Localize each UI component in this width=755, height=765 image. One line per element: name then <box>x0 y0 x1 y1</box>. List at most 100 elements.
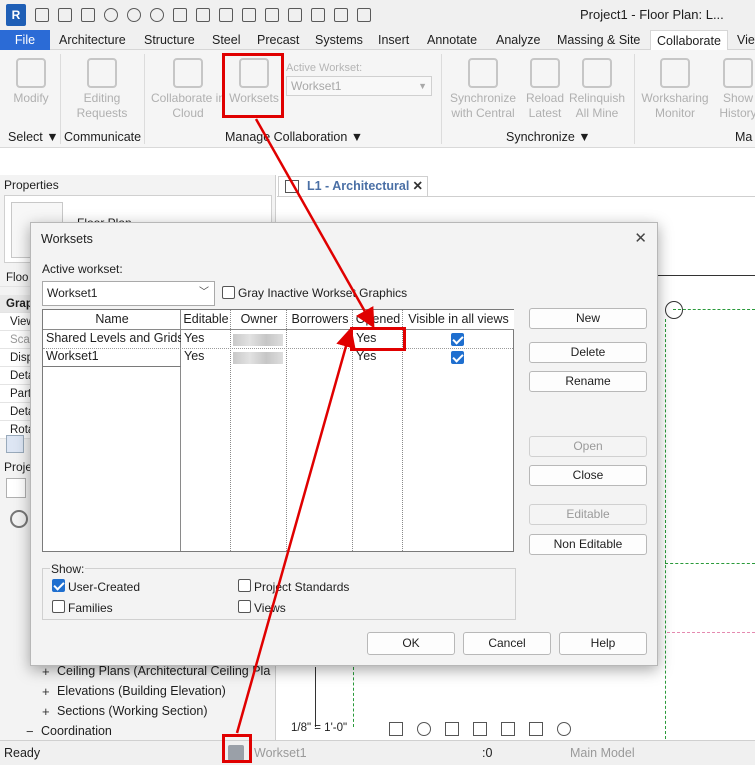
tab-annotate[interactable]: Annotate <box>427 30 477 50</box>
undo-icon[interactable] <box>127 8 141 22</box>
collapse-icon[interactable]: − <box>26 724 34 739</box>
cell-editable[interactable]: Yes <box>181 330 231 348</box>
open-button[interactable]: Open <box>529 436 647 457</box>
close-views-icon[interactable] <box>334 8 348 22</box>
text-icon[interactable] <box>265 8 279 22</box>
tab-architecture[interactable]: Architecture <box>59 30 126 50</box>
floor-plan-icon <box>285 180 299 193</box>
active-workset-select[interactable]: Workset1 ﹀ <box>42 281 215 306</box>
editable-button[interactable]: Editable <box>529 504 647 525</box>
expand-icon[interactable]: + <box>42 704 50 719</box>
expand-icon[interactable]: + <box>42 684 50 699</box>
reveal-hidden-icon[interactable] <box>557 722 571 736</box>
close-icon[interactable]: ✕ <box>634 229 647 247</box>
tab-analyze[interactable]: Analyze <box>496 30 540 50</box>
tab-file[interactable]: File <box>0 30 50 50</box>
switch-windows-icon[interactable] <box>357 8 371 22</box>
properties-filter[interactable]: Floo <box>0 269 30 287</box>
show-history-button[interactable]: Show History <box>716 58 755 121</box>
print-icon[interactable] <box>173 8 187 22</box>
property-row: Disp <box>0 349 33 367</box>
cancel-button[interactable]: Cancel <box>463 632 551 655</box>
home-icon[interactable] <box>6 478 26 498</box>
help-button[interactable]: Help <box>559 632 647 655</box>
gray-inactive-checkbox[interactable] <box>222 286 235 299</box>
search-icon[interactable] <box>10 510 28 528</box>
panel-synchronize[interactable]: Synchronize ▼ <box>506 130 591 144</box>
dialog-title: Worksets <box>41 232 93 246</box>
open-icon[interactable] <box>58 8 72 22</box>
rename-button[interactable]: Rename <box>529 371 647 392</box>
close-button[interactable]: Close <box>529 465 647 486</box>
tab-steel[interactable]: Steel <box>212 30 241 50</box>
gray-inactive-label: Gray Inactive Workset Graphics <box>238 286 408 300</box>
worksharing-monitor-button[interactable]: Worksharing Monitor <box>638 58 712 121</box>
status-workset[interactable]: Workset1 <box>254 746 307 760</box>
tab-collaborate[interactable]: Collaborate <box>650 30 728 50</box>
visible-checkbox[interactable] <box>451 351 464 364</box>
edit-type-icon[interactable] <box>6 435 24 453</box>
panel-manage-collaboration[interactable]: Manage Collaboration ▼ <box>225 130 363 144</box>
visible-checkbox[interactable] <box>451 333 464 346</box>
delete-button[interactable]: Delete <box>529 342 647 363</box>
modify-button[interactable]: Modify <box>8 58 54 106</box>
new-button[interactable]: New <box>529 308 647 329</box>
3d-view-icon[interactable] <box>288 8 302 22</box>
cell-name[interactable]: Workset1 <box>43 348 181 366</box>
expand-icon[interactable]: + <box>42 664 50 679</box>
sync-icon[interactable] <box>104 8 118 22</box>
worksets-highlight <box>222 53 284 118</box>
reload-latest-button[interactable]: Reload Latest <box>522 58 568 121</box>
user-created-checkbox[interactable] <box>52 579 65 592</box>
synchronize-icon <box>468 58 498 88</box>
tab-massing-site[interactable]: Massing & Site <box>557 30 640 50</box>
views-checkbox[interactable] <box>238 600 251 613</box>
tab-precast[interactable]: Precast <box>257 30 299 50</box>
dimension-icon[interactable] <box>219 8 233 22</box>
section-icon[interactable] <box>311 8 325 22</box>
synchronize-with-central-button[interactable]: Synchronize with Central <box>446 58 520 121</box>
non-editable-button[interactable]: Non Editable <box>529 534 647 555</box>
view-tab-l1-architectural[interactable]: L1 - Architectural ✕ <box>278 176 428 196</box>
editing-requests-button[interactable]: Editing Requests <box>70 58 134 121</box>
ribbon-tab-bar: File Architecture Structure Steel Precas… <box>0 30 755 50</box>
project-standards-checkbox[interactable] <box>238 579 251 592</box>
relinquish-all-mine-button[interactable]: Relinquish All Mine <box>566 58 628 121</box>
tab-structure[interactable]: Structure <box>144 30 195 50</box>
revit-logo-icon[interactable]: R <box>6 4 26 26</box>
tree-item-elevations[interactable]: Elevations (Building Elevation) <box>57 684 226 698</box>
panel-select[interactable]: Select ▼ <box>8 130 59 144</box>
sun-path-icon[interactable] <box>445 722 459 736</box>
tree-item-ceiling-plans[interactable]: Ceiling Plans (Architectural Ceiling Pla <box>57 664 270 678</box>
cell-editable[interactable]: Yes <box>181 348 231 366</box>
save-icon[interactable] <box>81 8 95 22</box>
tree-item-sections[interactable]: Sections (Working Section) <box>57 704 208 718</box>
tab-view[interactable]: View <box>737 30 755 50</box>
detail-level-icon[interactable] <box>389 722 403 736</box>
tag-icon[interactable] <box>242 8 256 22</box>
redo-icon[interactable] <box>150 8 164 22</box>
status-text: Ready <box>4 746 41 760</box>
worksets-table: Name Editable Owner Borrowers Opened Vis… <box>42 309 514 552</box>
property-row: Deta <box>0 403 34 421</box>
collaborate-in-cloud-button[interactable]: Collaborate in Cloud <box>150 58 226 121</box>
measure-icon[interactable] <box>196 8 210 22</box>
ok-button[interactable]: OK <box>367 632 455 655</box>
active-workset-dropdown[interactable]: Workset1 ▼ <box>286 76 432 96</box>
column-header-visible[interactable]: Visible in all views <box>403 310 514 330</box>
families-checkbox[interactable] <box>52 600 65 613</box>
crop-view-icon[interactable] <box>501 722 515 736</box>
cell-name[interactable]: Shared Levels and Grids <box>43 330 181 348</box>
shadows-icon[interactable] <box>473 722 487 736</box>
tab-systems[interactable]: Systems <box>315 30 363 50</box>
tree-item-coordination[interactable]: Coordination <box>41 724 112 738</box>
temporary-hide-icon[interactable] <box>529 722 543 736</box>
view-scale[interactable]: 1/8" = 1'-0" <box>291 722 347 734</box>
tab-insert[interactable]: Insert <box>378 30 409 50</box>
views-label: Views <box>254 601 286 615</box>
status-model[interactable]: Main Model <box>570 746 635 760</box>
cursor-icon <box>16 58 46 88</box>
visual-style-icon[interactable] <box>417 722 431 736</box>
home-icon[interactable] <box>35 8 49 22</box>
close-icon[interactable]: ✕ <box>413 177 423 196</box>
